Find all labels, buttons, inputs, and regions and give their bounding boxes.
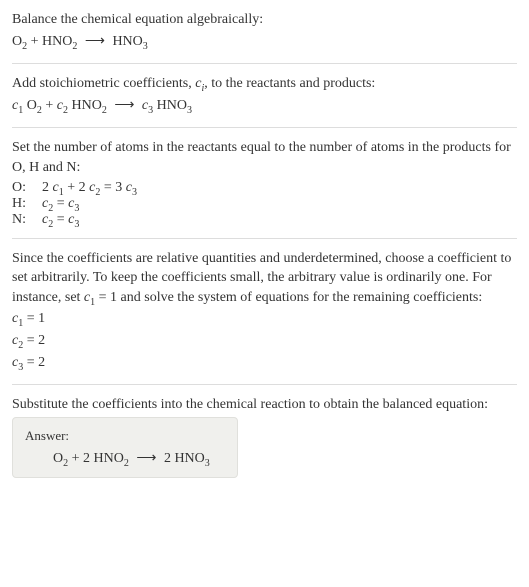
section-intro: Balance the chemical equation algebraica… bbox=[12, 10, 517, 64]
balance-row-O: O: 2 c1 + 2 c2 = 3 c3 bbox=[12, 180, 517, 196]
substitute-text: Substitute the coefficients into the che… bbox=[12, 395, 517, 415]
coeff-c3: c3 = 2 bbox=[12, 353, 517, 373]
element-equation: c2 = c3 bbox=[42, 196, 79, 212]
balanced-equation: O2 + 2 HNO2 ⟶ 2 HNO3 bbox=[25, 450, 225, 467]
element-label: H: bbox=[12, 196, 42, 212]
balance-row-H: H: c2 = c3 bbox=[12, 196, 517, 212]
balance-row-N: N: c2 = c3 bbox=[12, 212, 517, 228]
answer-label: Answer: bbox=[25, 428, 225, 444]
section-coefficients: Add stoichiometric coefficients, ci, to … bbox=[12, 74, 517, 128]
coeff-c2: c2 = 2 bbox=[12, 331, 517, 351]
element-label: N: bbox=[12, 212, 42, 228]
coeff-equation: c1 O2 + c2 HNO2 ⟶ c3 HNO3 bbox=[12, 96, 517, 116]
arrow-icon: ⟶ bbox=[136, 450, 156, 467]
arrow-icon: ⟶ bbox=[114, 96, 134, 116]
text-part: , to the reactants and products: bbox=[204, 76, 375, 91]
section-substitute: Substitute the coefficients into the che… bbox=[12, 395, 517, 488]
element-equation: c2 = c3 bbox=[42, 212, 79, 228]
section-solve: Since the coefficients are relative quan… bbox=[12, 249, 517, 386]
solve-text: Since the coefficients are relative quan… bbox=[12, 249, 517, 308]
unbalanced-equation: O2 + HNO2 ⟶ HNO3 bbox=[12, 32, 517, 52]
element-label: O: bbox=[12, 180, 42, 196]
arrow-icon: ⟶ bbox=[85, 32, 105, 52]
intro-text: Balance the chemical equation algebraica… bbox=[12, 10, 517, 30]
text-part: = 1 and solve the system of equations fo… bbox=[95, 290, 482, 305]
section-atom-balance: Set the number of atoms in the reactants… bbox=[12, 138, 517, 238]
balance-text: Set the number of atoms in the reactants… bbox=[12, 138, 517, 177]
coeff-c1: c1 = 1 bbox=[12, 309, 517, 329]
answer-box: Answer: O2 + 2 HNO2 ⟶ 2 HNO3 bbox=[12, 417, 238, 478]
element-equation: 2 c1 + 2 c2 = 3 c3 bbox=[42, 180, 137, 196]
coeff-text: Add stoichiometric coefficients, ci, to … bbox=[12, 74, 517, 94]
text-part: Add stoichiometric coefficients, bbox=[12, 76, 195, 91]
